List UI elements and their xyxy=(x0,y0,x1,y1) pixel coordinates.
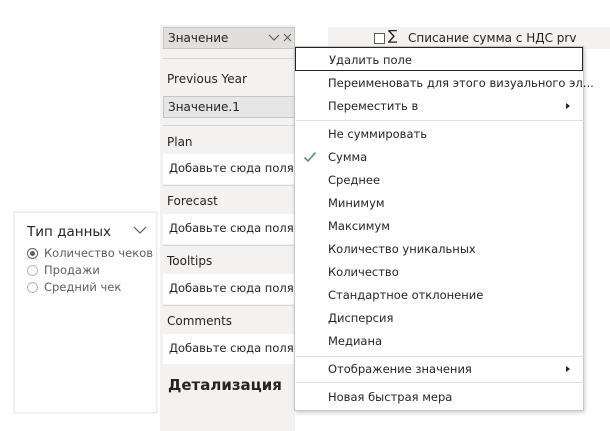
field-context-menu: Удалить поле Переименовать для этого виз… xyxy=(294,46,594,411)
menu-item-move-to[interactable]: Переместить в xyxy=(295,96,583,116)
menu-item-count[interactable]: Количество xyxy=(295,262,583,282)
menu-item-label: Отображение значения xyxy=(328,362,472,376)
radio-icon[interactable] xyxy=(27,265,38,276)
forecast-label: Forecast xyxy=(167,194,218,208)
menu-item-average[interactable]: Среднее xyxy=(295,170,583,190)
sigma-icon: ∑ xyxy=(388,28,398,44)
slicer-option-label: Средний чек xyxy=(44,280,122,294)
menu-item-maximum[interactable]: Максимум xyxy=(295,216,583,236)
field-wells-pane: Значение Previous Year Значение.1 Plan Д… xyxy=(160,25,295,431)
menu-separator xyxy=(296,120,584,121)
slicer-header: Тип данных xyxy=(27,221,147,241)
menu-item-variance[interactable]: Дисперсия xyxy=(295,308,583,328)
checkmark-icon xyxy=(303,151,317,163)
previous-year-label: Previous Year xyxy=(167,72,247,86)
comments-drop-zone[interactable]: Добавьте сюда поля с xyxy=(163,334,295,364)
slicer-title: Тип данных xyxy=(27,224,112,240)
menu-item-label: Медиана xyxy=(328,334,383,348)
menu-item-median[interactable]: Медиана xyxy=(295,331,583,351)
menu-item-label: Среднее xyxy=(328,173,381,187)
menu-item-new-quick-measure[interactable]: Новая быстрая мера xyxy=(295,387,583,407)
menu-item-count-distinct[interactable]: Количество уникальных xyxy=(295,239,583,259)
menu-item-dont-summarize[interactable]: Не суммировать xyxy=(295,124,583,144)
menu-item-remove-field[interactable]: Удалить поле xyxy=(295,47,583,71)
menu-item-label: Удалить поле xyxy=(329,53,412,67)
field-pill-actions xyxy=(268,32,293,45)
slicer-visual: Тип данных Количество чеков Продажи Сред… xyxy=(14,212,157,413)
menu-item-sum[interactable]: Сумма xyxy=(295,147,583,167)
tooltips-drop-zone[interactable]: Добавьте сюда поля с xyxy=(163,274,295,304)
menu-item-minimum[interactable]: Минимум xyxy=(295,193,583,213)
chevron-right-icon xyxy=(566,103,570,109)
menu-separator xyxy=(296,382,584,383)
menu-item-label: Максимум xyxy=(328,219,390,233)
value-field-pill[interactable]: Значение xyxy=(163,27,295,49)
plan-drop-zone[interactable]: Добавьте сюда поля с xyxy=(163,154,295,184)
slicer-option-avg-check[interactable]: Средний чек xyxy=(27,280,155,296)
menu-item-label: Переименовать для этого визуального эл..… xyxy=(328,76,594,90)
menu-item-label: Минимум xyxy=(328,196,385,210)
radio-selected-icon[interactable] xyxy=(27,248,38,259)
comments-label: Comments xyxy=(167,314,233,328)
menu-item-label: Новая быстрая мера xyxy=(328,390,453,404)
drillthrough-title: Детализация xyxy=(168,376,282,394)
close-icon[interactable] xyxy=(283,33,292,42)
tooltips-label: Tooltips xyxy=(167,254,213,268)
menu-item-label: Сумма xyxy=(328,150,368,164)
radio-icon[interactable] xyxy=(27,282,38,293)
divider xyxy=(163,245,295,246)
chevron-down-icon[interactable] xyxy=(133,225,147,235)
slicer-option-checks[interactable]: Количество чеков xyxy=(27,246,155,262)
menu-item-label: Количество уникальных xyxy=(328,242,476,256)
slicer-option-label: Количество чеков xyxy=(44,246,154,260)
field-checkbox[interactable] xyxy=(374,33,385,44)
divider xyxy=(163,305,295,306)
menu-item-label: Переместить в xyxy=(328,99,419,113)
menu-item-show-value-as[interactable]: Отображение значения xyxy=(295,359,583,379)
menu-item-label: Не суммировать xyxy=(328,127,427,141)
menu-item-label: Количество xyxy=(328,265,399,279)
menu-item-rename[interactable]: Переименовать для этого визуального эл..… xyxy=(295,73,594,93)
menu-item-label: Стандартное отклонение xyxy=(328,288,484,302)
menu-item-std-dev[interactable]: Стандартное отклонение xyxy=(295,285,583,305)
divider xyxy=(163,185,295,186)
previous-year-field-pill[interactable]: Значение.1 xyxy=(163,96,295,118)
chevron-right-icon xyxy=(566,366,570,372)
field-name[interactable]: Списание сумма с НДС prv xyxy=(408,31,576,45)
divider xyxy=(163,125,295,126)
forecast-drop-zone[interactable]: Добавьте сюда поля с xyxy=(163,214,295,244)
slicer-option-sales[interactable]: Продажи xyxy=(27,263,155,279)
plan-label: Plan xyxy=(167,135,193,149)
chevron-down-icon[interactable] xyxy=(268,34,280,42)
slicer-option-label: Продажи xyxy=(44,263,100,277)
menu-item-label: Дисперсия xyxy=(328,311,394,325)
divider xyxy=(163,58,295,59)
menu-separator xyxy=(296,356,584,357)
value-field-label: Значение xyxy=(168,31,229,45)
